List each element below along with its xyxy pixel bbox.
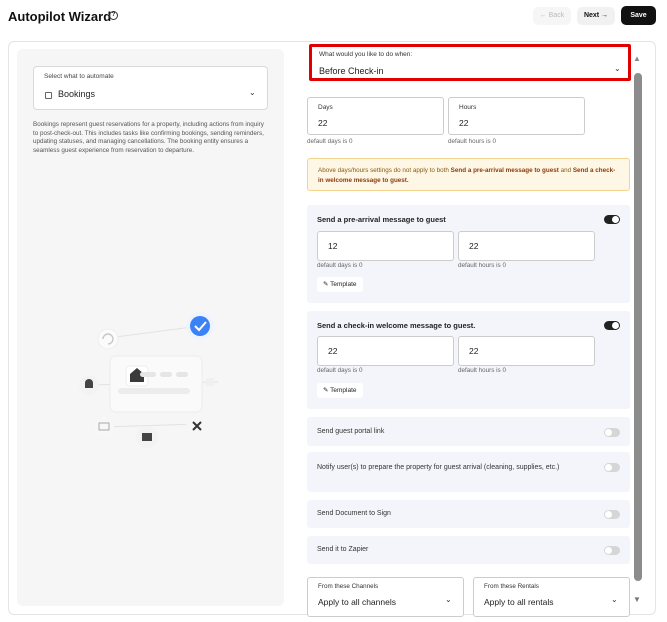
- pre-arrival-template-label: Template: [330, 281, 357, 288]
- trigger-select-label: What would you like to do when:: [319, 51, 413, 58]
- checkin-toggle[interactable]: [604, 321, 620, 330]
- option-row-document-sign: Send Document to Sign: [307, 500, 630, 528]
- chevron-down-icon: ⌄: [614, 64, 621, 73]
- page-title: Autopilot Wizard: [8, 9, 112, 24]
- trigger-select[interactable]: What would you like to do when: Before C…: [309, 44, 631, 81]
- help-icon[interactable]: ?: [109, 11, 118, 20]
- back-button[interactable]: ← Back: [533, 7, 571, 25]
- scroll-up-icon[interactable]: ▲: [633, 54, 641, 63]
- zapier-toggle[interactable]: [604, 546, 620, 555]
- channels-select[interactable]: From these Channels Apply to all channel…: [307, 577, 464, 617]
- entity-description: Bookings represent guest reservations fo…: [33, 121, 264, 154]
- pre-arrival-title: Send a pre-arrival message to guest: [317, 215, 446, 224]
- checkin-template-label: Template: [330, 387, 357, 394]
- timing-warning: Above days/hours settings do not apply t…: [307, 158, 630, 191]
- chevron-down-icon: ⌄: [249, 88, 256, 97]
- option-label: Send guest portal link: [317, 428, 385, 435]
- days-hint: default days is 0: [307, 138, 353, 145]
- automation-illustration: [79, 312, 219, 448]
- document-sign-toggle[interactable]: [604, 510, 620, 519]
- warning-joiner: and: [560, 167, 572, 174]
- option-label: Send Document to Sign: [317, 510, 391, 517]
- option-label: Send it to Zapier: [317, 546, 369, 553]
- calendar-icon: [45, 92, 52, 99]
- rentals-value: Apply to all rentals: [484, 597, 554, 607]
- checkin-card: Send a check-in welcome message to guest…: [307, 311, 630, 409]
- pre-arrival-template-button[interactable]: ✎ Template: [317, 277, 363, 292]
- warning-item-1: Send a pre-arrival message to guest: [450, 167, 559, 174]
- hours-label: Hours: [459, 104, 477, 111]
- checkin-hours-hint: default hours is 0: [458, 367, 506, 374]
- channels-value: Apply to all channels: [318, 597, 396, 607]
- pre-arrival-card: Send a pre-arrival message to guest 12 2…: [307, 205, 630, 303]
- days-value: 22: [318, 118, 328, 128]
- bell-icon: [85, 379, 93, 388]
- automate-select-label: Select what to automate: [44, 73, 114, 80]
- top-bar: Autopilot Wizard ? ← Back Next → Save: [0, 0, 667, 34]
- pre-arrival-hours-hint: default hours is 0: [458, 262, 506, 269]
- channels-label: From these Channels: [318, 583, 379, 590]
- rentals-label: From these Rentals: [484, 583, 539, 590]
- chevron-down-icon: ⌄: [445, 595, 452, 604]
- checkin-hours-input[interactable]: 22: [458, 336, 595, 366]
- next-button[interactable]: Next →: [577, 7, 615, 25]
- pre-arrival-hours-input[interactable]: 22: [458, 231, 595, 261]
- scroll-down-icon[interactable]: ▼: [633, 595, 641, 604]
- warning-prefix: Above days/hours settings do not apply t…: [318, 167, 449, 174]
- trigger-select-value: Before Check-in: [319, 66, 384, 76]
- checkin-title: Send a check-in welcome message to guest…: [317, 321, 476, 330]
- checkin-days-input[interactable]: 22: [317, 336, 454, 366]
- days-field[interactable]: Days 22: [307, 97, 444, 135]
- option-row-guest-portal: Send guest portal link: [307, 417, 630, 446]
- option-row-notify-users: Notify user(s) to prepare the property f…: [307, 452, 630, 492]
- hours-field[interactable]: Hours 22: [448, 97, 585, 135]
- hours-hint: default hours is 0: [448, 138, 496, 145]
- pre-arrival-days-input[interactable]: 12: [317, 231, 454, 261]
- option-label: Notify user(s) to prepare the property f…: [317, 464, 560, 471]
- pre-arrival-days-hint: default days is 0: [317, 262, 363, 269]
- days-label: Days: [318, 104, 333, 111]
- automate-select[interactable]: Select what to automate Bookings ⌄: [33, 66, 268, 110]
- notify-users-toggle[interactable]: [604, 463, 620, 472]
- hours-value: 22: [459, 118, 469, 128]
- checkin-template-button[interactable]: ✎ Template: [317, 383, 363, 398]
- automate-select-value: Bookings: [58, 89, 96, 99]
- pre-arrival-toggle[interactable]: [604, 215, 620, 224]
- guest-portal-toggle[interactable]: [604, 428, 620, 437]
- check-circle-icon: [190, 316, 210, 336]
- scrollbar-thumb[interactable]: [634, 73, 642, 581]
- mail-icon: [142, 433, 152, 441]
- chevron-down-icon: ⌄: [611, 595, 618, 604]
- save-button[interactable]: Save: [621, 6, 656, 25]
- rentals-select[interactable]: From these Rentals Apply to all rentals …: [473, 577, 630, 617]
- checkin-days-hint: default days is 0: [317, 367, 363, 374]
- option-row-zapier: Send it to Zapier: [307, 536, 630, 564]
